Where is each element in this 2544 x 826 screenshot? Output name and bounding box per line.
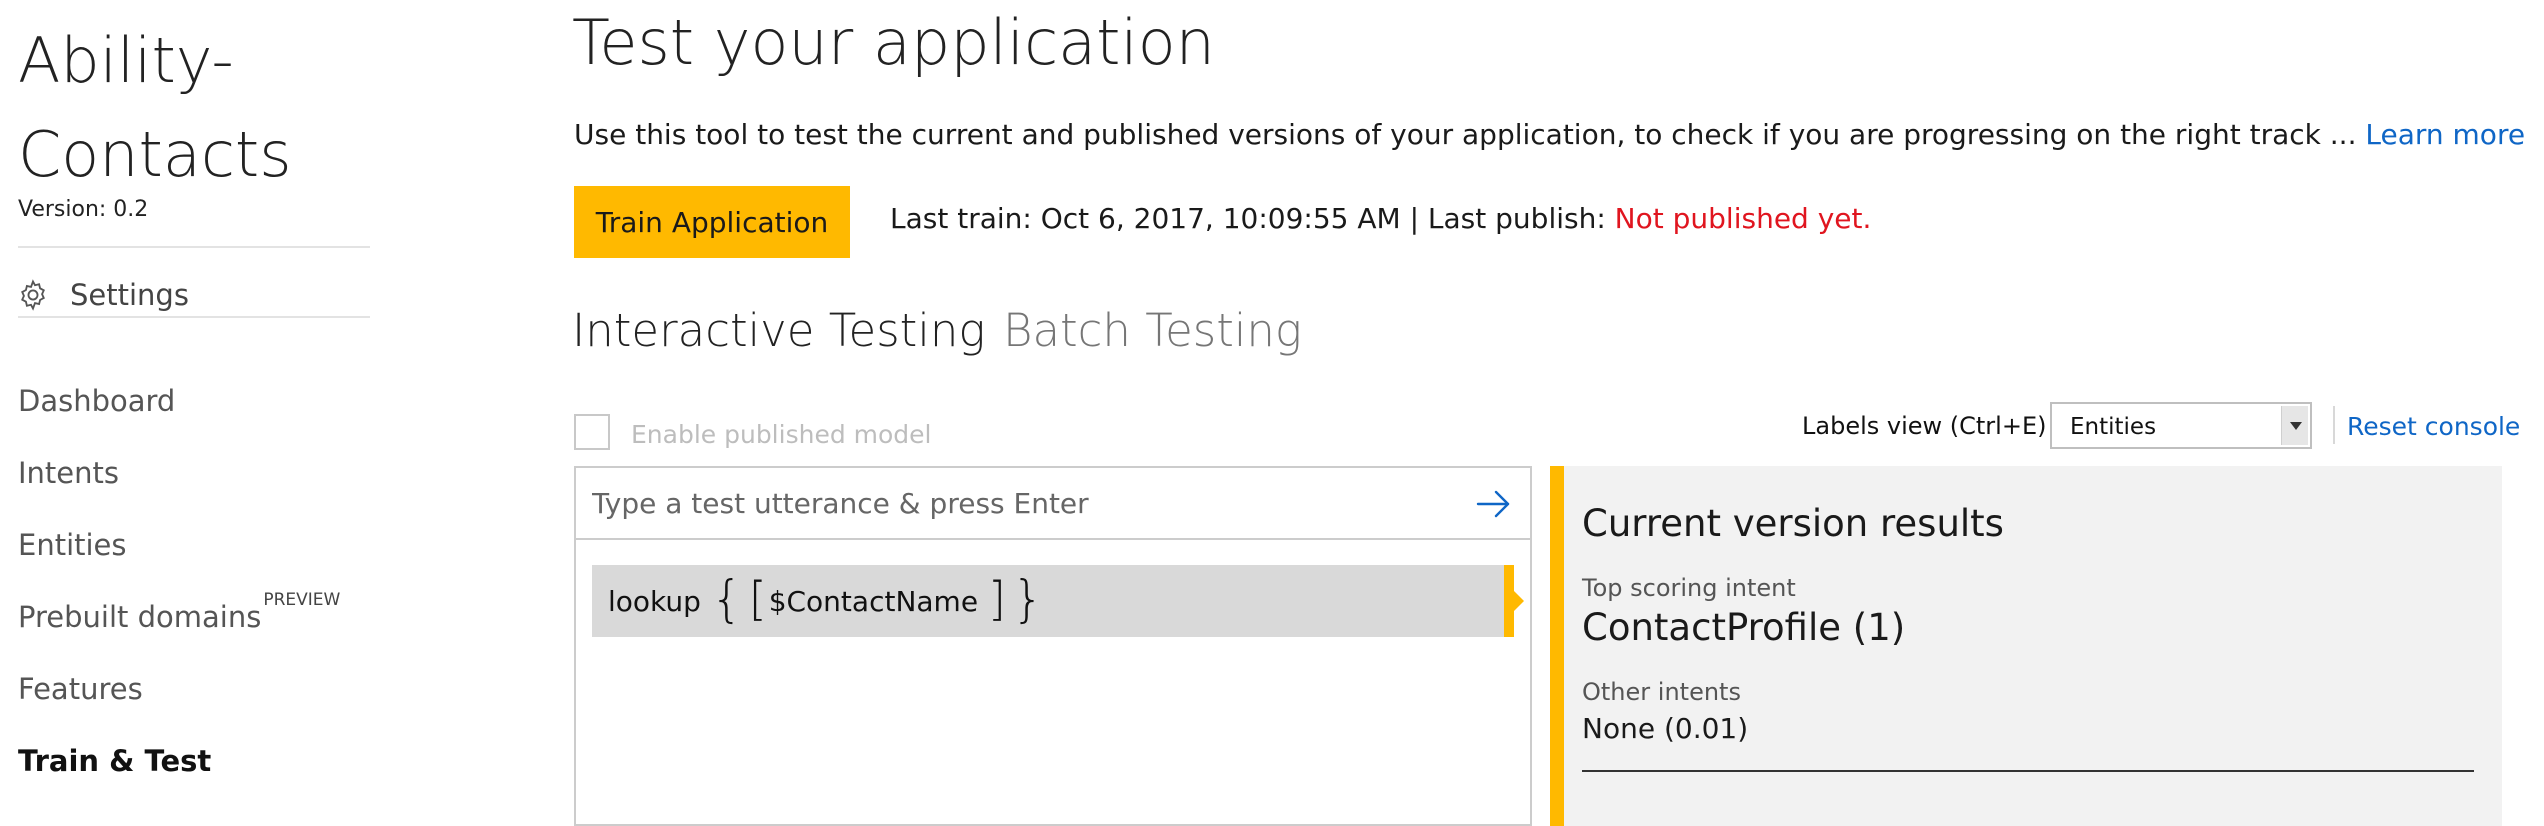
arrow-right-icon[interactable] xyxy=(1474,486,1514,522)
open-brace: { xyxy=(710,570,743,628)
utterance-input[interactable] xyxy=(576,468,1530,540)
sidebar-item-intents[interactable]: Intents xyxy=(18,456,119,490)
utterance-row[interactable]: lookup { [ $ContactName ] } xyxy=(592,565,1524,637)
sidebar-item-prebuilt-domains[interactable]: Prebuilt domains PREVIEW xyxy=(18,590,340,634)
close-brace: } xyxy=(1012,570,1044,628)
enable-published-checkbox[interactable] xyxy=(574,414,610,450)
sidebar-item-features[interactable]: Features xyxy=(18,672,143,706)
test-panel: lookup { [ $ContactName ] } xyxy=(574,466,1532,826)
top-intent-value: ContactProfile (1) xyxy=(1582,606,1906,649)
learn-more-link[interactable]: Learn more xyxy=(2365,118,2525,151)
labels-view-select[interactable]: Entities xyxy=(2050,402,2312,449)
train-status: Last train: Oct 6, 2017, 10:09:55 AM | L… xyxy=(890,202,1871,235)
reset-console-link[interactable]: Reset console xyxy=(2347,412,2520,441)
gear-icon xyxy=(21,279,45,311)
top-intent-label: Top scoring intent xyxy=(1582,574,1796,602)
utterance-word: lookup xyxy=(608,584,701,618)
tab-interactive-testing[interactable]: Interactive Testing xyxy=(572,304,985,357)
results-title: Current version results xyxy=(1582,502,2004,545)
description-text: Use this tool to test the current and pu… xyxy=(574,118,2366,151)
publish-status: Not published yet. xyxy=(1614,202,1872,235)
page-description: Use this tool to test the current and pu… xyxy=(574,118,2525,151)
sidebar-divider xyxy=(18,246,370,248)
divider xyxy=(2333,406,2335,444)
sidebar-divider xyxy=(18,316,370,318)
results-divider xyxy=(1582,770,2474,772)
selected-row-marker xyxy=(1504,565,1524,637)
labels-view-value: Entities xyxy=(2070,414,2157,440)
results-accent-bar xyxy=(1550,466,1564,826)
tab-batch-testing[interactable]: Batch Testing xyxy=(1003,304,1302,357)
close-bracket: ] xyxy=(988,572,1006,626)
sidebar-item-dashboard[interactable]: Dashboard xyxy=(18,384,175,418)
sidebar-item-train-test[interactable]: Train & Test xyxy=(18,744,211,778)
utterance-text: lookup { [ $ContactName ] } xyxy=(608,565,1048,637)
settings-link[interactable]: Settings xyxy=(16,278,189,312)
enable-published-label: Enable published model xyxy=(631,420,932,449)
app-version: Version: 0.2 xyxy=(18,197,149,222)
app-title: Ability-Contacts xyxy=(18,24,292,191)
labels-view-label: Labels view (Ctrl+E) xyxy=(1802,412,2047,440)
other-intents-label: Other intents xyxy=(1582,678,1741,706)
last-train-text: Last train: Oct 6, 2017, 10:09:55 AM | L… xyxy=(890,202,1615,235)
preview-badge: PREVIEW xyxy=(263,590,341,610)
chevron-down-icon[interactable] xyxy=(2281,406,2308,445)
sidebar-item-entities[interactable]: Entities xyxy=(18,528,127,562)
sidebar-item-label: Prebuilt domains xyxy=(18,600,262,634)
train-application-button[interactable]: Train Application xyxy=(574,186,850,258)
open-bracket: [ xyxy=(748,572,767,626)
other-intents-value: None (0.01) xyxy=(1582,712,1749,745)
settings-label: Settings xyxy=(70,278,189,312)
entity-label[interactable]: $ContactName xyxy=(769,585,978,618)
page-title: Test your application xyxy=(572,6,1215,79)
